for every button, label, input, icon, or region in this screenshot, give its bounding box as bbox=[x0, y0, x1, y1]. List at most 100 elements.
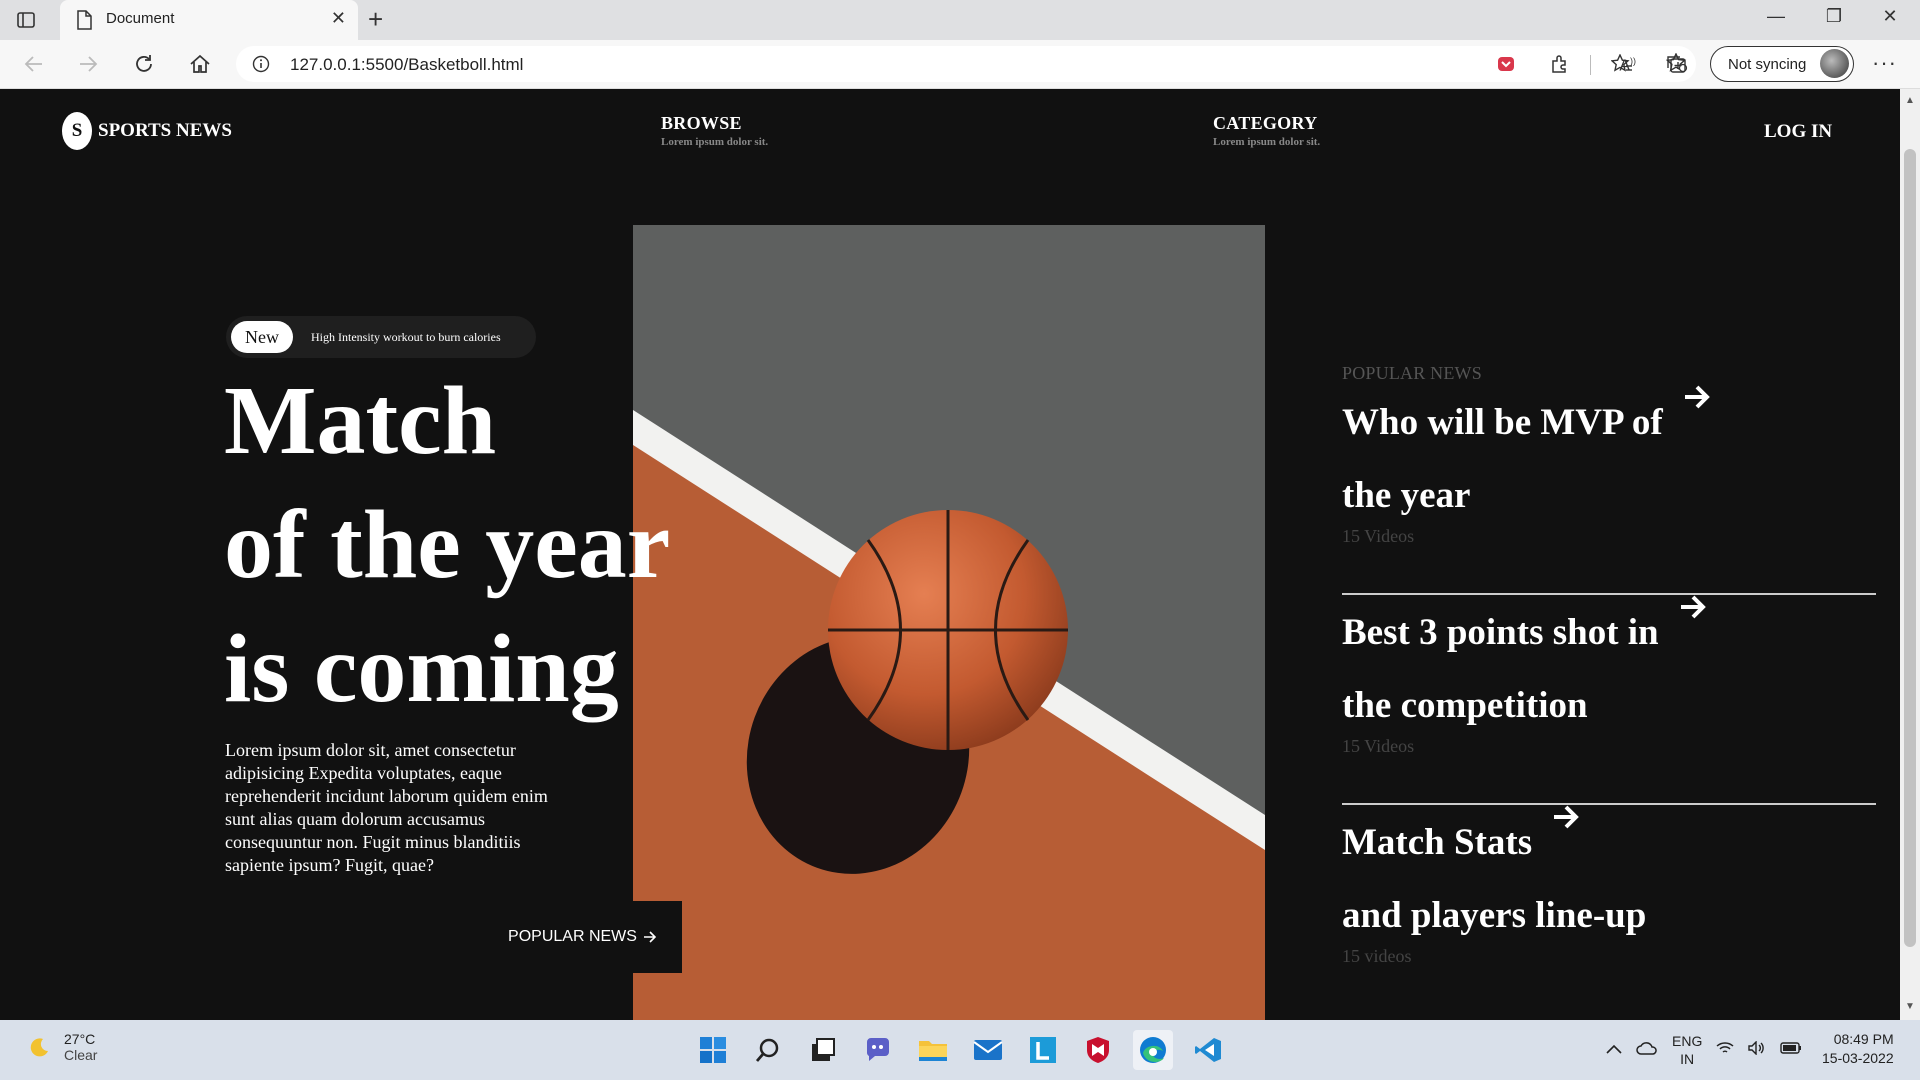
minimize-button[interactable]: — bbox=[1756, 6, 1796, 27]
close-window-button[interactable]: ✕ bbox=[1870, 6, 1910, 27]
home-icon[interactable] bbox=[186, 50, 214, 78]
divider bbox=[1342, 593, 1876, 595]
scroll-down-icon[interactable]: ▼ bbox=[1905, 1001, 1915, 1012]
document-icon bbox=[76, 10, 92, 35]
scrollbar-thumb[interactable] bbox=[1904, 149, 1916, 947]
popular-news-button-label: POPULAR NEWS bbox=[508, 928, 637, 945]
popular-news-heading: POPULAR NEWS bbox=[1342, 363, 1482, 383]
nav-category-title: CATEGORY bbox=[1213, 113, 1318, 133]
new-badge-banner[interactable]: New High Intensity workout to burn calor… bbox=[226, 316, 536, 358]
onedrive-icon[interactable] bbox=[1636, 1041, 1658, 1060]
site-info-icon[interactable] bbox=[252, 55, 270, 78]
forward-icon[interactable] bbox=[74, 50, 102, 78]
new-tab-button[interactable]: + bbox=[368, 4, 383, 35]
nav-browse-title: BROWSE bbox=[661, 113, 742, 133]
logo-mark: S bbox=[62, 112, 92, 150]
toolbar-divider bbox=[1590, 55, 1591, 75]
browser-tab[interactable]: Document ✕ bbox=[60, 0, 358, 40]
windows-start-icon[interactable] bbox=[693, 1030, 733, 1070]
news-title-line-2: the year bbox=[1342, 475, 1471, 516]
refresh-icon[interactable] bbox=[130, 50, 158, 78]
teams-chat-icon[interactable] bbox=[858, 1030, 898, 1070]
news-title: Best 3 points shot in the competition bbox=[1342, 595, 1874, 742]
task-view-icon[interactable] bbox=[803, 1030, 843, 1070]
back-icon[interactable] bbox=[20, 50, 48, 78]
hero-lead-text: Lorem ipsum dolor sit, amet consectetur … bbox=[225, 740, 548, 875]
news-title: Who will be MVP of the year bbox=[1342, 385, 1874, 532]
weather-temperature: 27°C bbox=[64, 1031, 96, 1047]
taskbar-clock[interactable]: 08:49 PM 15-03-2022 bbox=[1822, 1030, 1894, 1068]
weather-widget[interactable]: 27°C Clear bbox=[28, 1031, 97, 1063]
chevron-up-icon[interactable] bbox=[1606, 1041, 1622, 1059]
arrow-right-icon[interactable] bbox=[1551, 802, 1581, 832]
taskbar-apps bbox=[693, 1030, 1228, 1070]
language-code: ENG bbox=[1672, 1033, 1703, 1049]
weather-condition: Clear bbox=[64, 1047, 98, 1063]
nav-category-subtitle: Lorem ipsum dolor sit. bbox=[1213, 136, 1321, 148]
page-scrollbar[interactable]: ▲ ▼ bbox=[1900, 89, 1920, 1020]
tab-bar: Document ✕ + — ❐ ✕ bbox=[0, 0, 1920, 40]
hero-basketball-image bbox=[633, 225, 1265, 1020]
headline-line-1: Match bbox=[224, 367, 497, 475]
news-item[interactable]: Who will be MVP of the year 15 Videos bbox=[1342, 385, 1874, 547]
close-tab-icon[interactable]: ✕ bbox=[331, 8, 346, 29]
url-field[interactable]: 127.0.0.1:5500/Basketboll.html A)) bbox=[236, 46, 1696, 82]
pocket-extension-icon[interactable] bbox=[1492, 50, 1520, 78]
tab-title: Document bbox=[106, 10, 175, 27]
file-explorer-icon[interactable] bbox=[913, 1030, 953, 1070]
news-title-line-1: Best 3 points shot in bbox=[1342, 612, 1659, 653]
headline-line-2: of the year bbox=[224, 491, 671, 599]
restore-button[interactable]: ❐ bbox=[1814, 6, 1854, 27]
news-item[interactable]: Best 3 points shot in the competition 15… bbox=[1342, 595, 1874, 757]
avatar bbox=[1820, 49, 1849, 78]
arrow-right-icon bbox=[643, 931, 657, 943]
badge-text: High Intensity workout to burn calories bbox=[311, 329, 501, 344]
headline-line-3: is coming bbox=[224, 615, 619, 723]
news-title-line-2: and players line-up bbox=[1342, 895, 1647, 936]
mail-icon[interactable] bbox=[968, 1030, 1008, 1070]
clock-time: 08:49 PM bbox=[1833, 1031, 1894, 1047]
arrow-right-icon[interactable] bbox=[1678, 592, 1708, 622]
divider bbox=[1342, 803, 1876, 805]
nav-browse[interactable]: BROWSE Lorem ipsum dolor sit. bbox=[661, 113, 768, 148]
logo-text: SPORTS NEWS bbox=[98, 120, 232, 141]
mcafee-icon[interactable] bbox=[1078, 1030, 1118, 1070]
login-link[interactable]: LOG IN bbox=[1764, 121, 1832, 143]
l-app-icon[interactable] bbox=[1023, 1030, 1063, 1070]
hero-headline: Match of the year is coming bbox=[224, 359, 670, 731]
news-item[interactable]: Match Stats and players line-up 15 video… bbox=[1342, 805, 1874, 967]
language-indicator[interactable]: ENG IN bbox=[1672, 1032, 1702, 1068]
volume-icon[interactable] bbox=[1748, 1039, 1766, 1060]
url-text: 127.0.0.1:5500/Basketboll.html bbox=[290, 55, 524, 74]
news-title-line-2: the competition bbox=[1342, 685, 1588, 726]
wifi-icon[interactable] bbox=[1716, 1041, 1734, 1060]
nav-browse-subtitle: Lorem ipsum dolor sit. bbox=[661, 136, 769, 148]
moon-icon bbox=[30, 1038, 48, 1057]
news-title-line-1: Who will be MVP of bbox=[1342, 402, 1663, 443]
news-title-line-1: Match Stats bbox=[1342, 822, 1533, 863]
page-viewport: S SPORTS NEWS BROWSE Lorem ipsum dolor s… bbox=[0, 89, 1900, 1020]
sync-label: Not syncing bbox=[1728, 55, 1807, 73]
collections-icon[interactable] bbox=[1662, 50, 1690, 78]
more-menu-icon[interactable]: ··· bbox=[1872, 50, 1897, 76]
region-code: IN bbox=[1680, 1051, 1695, 1067]
badge-new-label: New bbox=[231, 321, 293, 353]
address-bar-row: 127.0.0.1:5500/Basketboll.html A)) Not s… bbox=[0, 40, 1920, 89]
clock-date: 15-03-2022 bbox=[1822, 1050, 1894, 1066]
profile-sync-button[interactable]: Not syncing bbox=[1710, 46, 1854, 82]
system-tray: ENG IN bbox=[1606, 1032, 1802, 1068]
tab-actions-icon[interactable] bbox=[14, 8, 38, 32]
extensions-icon[interactable] bbox=[1546, 50, 1574, 78]
favorites-icon[interactable] bbox=[1608, 50, 1636, 78]
battery-icon[interactable] bbox=[1780, 1041, 1802, 1059]
search-icon[interactable] bbox=[748, 1030, 788, 1070]
nav-category[interactable]: CATEGORY Lorem ipsum dolor sit. bbox=[1213, 113, 1320, 148]
vscode-icon[interactable] bbox=[1188, 1030, 1228, 1070]
edge-browser-icon[interactable] bbox=[1133, 1030, 1173, 1070]
taskbar: 27°C Clear ENG IN 08:49 PM 15-03-2022 bbox=[0, 1020, 1920, 1080]
news-title: Match Stats and players line-up bbox=[1342, 805, 1874, 952]
arrow-right-icon[interactable] bbox=[1682, 382, 1712, 412]
site-logo[interactable]: S SPORTS NEWS bbox=[62, 112, 232, 150]
scroll-up-icon[interactable]: ▲ bbox=[1905, 95, 1915, 106]
popular-news-button[interactable]: POPULAR NEWS bbox=[483, 901, 682, 973]
